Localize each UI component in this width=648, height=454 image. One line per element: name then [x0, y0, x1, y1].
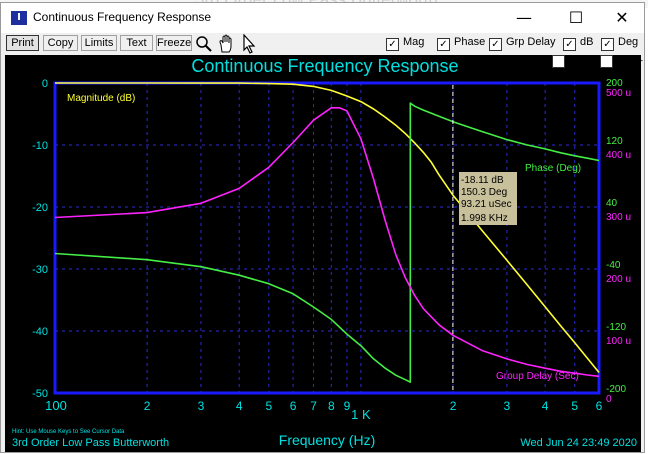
magnitude-curve — [55, 82, 600, 374]
db-tick-label: -20 — [32, 202, 48, 214]
polar-label: Polar — [617, 57, 643, 69]
x-tick-label: 8 — [328, 399, 335, 413]
x-tick-label: 100 — [45, 398, 67, 413]
delay-tick-label: 400 u — [606, 150, 631, 161]
db-tick-label: -40 — [32, 326, 48, 338]
cursor-phase-value: 150.3 Deg — [461, 187, 507, 198]
phase-series-label: Phase (Deg) — [525, 163, 581, 174]
phase-tick-label: 40 — [606, 198, 618, 209]
minimize-button[interactable]: — — [501, 3, 547, 33]
polar-toggle[interactable]: Polar — [600, 55, 643, 69]
pointer-arrow-icon[interactable] — [240, 34, 258, 54]
text-button[interactable]: Text — [120, 35, 153, 51]
plot-grid — [55, 83, 599, 393]
x-tick-label: 7 — [310, 399, 317, 413]
db-checkbox[interactable]: ✓ — [563, 38, 576, 51]
db-tick-label: -10 — [32, 140, 48, 152]
delay-tick-label: 200 u — [606, 274, 631, 285]
magnitude-series-label: Magnitude (dB) — [67, 93, 135, 104]
mag-check-icon: ✓ — [388, 39, 397, 50]
plot-area[interactable]: Continuous Frequency Response 100 2 3 4 5 6 7 8… — [5, 55, 641, 453]
circuit-name: 3rd Order Low Pass Butterworth — [12, 437, 169, 449]
maximize-button[interactable]: ☐ — [553, 3, 599, 33]
x-tick-label: 6 — [290, 399, 297, 413]
copy-button[interactable]: Copy — [43, 35, 78, 51]
cursor-freq-value: 1.998 KHz — [461, 213, 508, 224]
db-tick-label: 0 — [42, 78, 48, 90]
x-tick-label: 4 — [236, 399, 243, 413]
delay-tick-label: 300 u — [606, 212, 631, 223]
deg-check-icon: ✓ — [603, 39, 612, 50]
delay-tick-label: 500 u — [606, 88, 631, 99]
title-bar[interactable]: I Continuous Frequency Response — ☐ ✕ — [1, 3, 644, 33]
x-tick-label: 2 — [450, 399, 457, 413]
mag-toggle[interactable]: ✓ Mag — [386, 36, 424, 51]
smith-checkbox[interactable] — [552, 55, 565, 68]
x-tick-label: 3 — [504, 399, 511, 413]
phase-tick-label: -40 — [606, 260, 621, 271]
deg-label: Deg — [618, 36, 639, 48]
delay-tick-label: 0 — [606, 394, 612, 405]
close-button[interactable]: ✕ — [599, 3, 644, 33]
window-title: Continuous Frequency Response — [33, 10, 212, 24]
smith-label: Smith — [569, 57, 598, 69]
x-tick-label: 9 — [344, 399, 351, 413]
plot-frame — [53, 81, 601, 395]
phase-check-icon: ✓ — [439, 39, 448, 50]
deg-checkbox[interactable]: ✓ — [601, 38, 614, 51]
smith-toggle[interactable]: Smith — [552, 55, 597, 69]
grp-delay-toggle[interactable]: ✓ Grp Delay — [489, 36, 556, 51]
phase-checkbox[interactable]: ✓ — [437, 38, 450, 51]
x-tick-label: 1 K — [351, 407, 371, 422]
group-delay-curve — [54, 106, 600, 378]
grp-delay-checkbox[interactable]: ✓ — [489, 38, 502, 51]
x-tick-label: 2 — [144, 399, 151, 413]
grp-delay-check-icon: ✓ — [491, 39, 500, 50]
polar-checkbox[interactable] — [600, 55, 613, 68]
frequency-response-window: I Continuous Frequency Response — ☐ ✕ Pr… — [0, 2, 645, 453]
phase-tick-label: 120 — [606, 136, 623, 147]
phase-tick-label: -120 — [606, 322, 626, 333]
db-tick-label: -30 — [32, 264, 48, 276]
cursor-delay-value: 93.21 uSec — [461, 199, 512, 210]
print-button[interactable]: Print — [6, 35, 39, 51]
x-tick-label: 5 — [265, 399, 272, 413]
phase-label: Phase — [454, 36, 486, 48]
plot-title: Continuous Frequency Response — [191, 56, 458, 76]
toolbar: Print Copy Limits Text Freeze ✓ Mag ✓ Phas… — [1, 33, 644, 55]
x-tick-label: 6 — [596, 399, 603, 413]
app-icon: I — [11, 11, 27, 25]
x-tick-label: 3 — [198, 399, 205, 413]
group-delay-series-label: Group Delay (Sec) — [496, 371, 579, 382]
freeze-button[interactable]: Freeze — [156, 35, 192, 51]
x-tick-label: 4 — [542, 399, 549, 413]
x-tick-label: 5 — [571, 399, 578, 413]
timestamp: Wed Jun 24 23:49 2020 — [520, 437, 637, 449]
phase-toggle[interactable]: ✓ Phase — [437, 36, 485, 51]
zoom-icon[interactable] — [195, 34, 213, 54]
deg-toggle[interactable]: ✓ Deg — [601, 36, 638, 51]
db-toggle[interactable]: ✓ dB — [563, 36, 593, 51]
x-axis-label: Frequency (Hz) — [279, 432, 375, 448]
limits-button[interactable]: Limits — [81, 35, 117, 51]
hint-text: Hint: Use Mouse Keys to See Cursor Data — [12, 429, 125, 435]
cursor-db-value: -18.11 dB — [461, 175, 504, 186]
pan-hand-icon[interactable] — [217, 34, 237, 54]
plot-curves — [54, 82, 600, 383]
db-label: dB — [580, 36, 594, 48]
mag-label: Mag — [403, 36, 425, 48]
db-check-icon: ✓ — [565, 39, 574, 50]
grp-delay-label: Grp Delay — [506, 36, 556, 48]
mag-checkbox[interactable]: ✓ — [386, 38, 399, 51]
delay-tick-label: 100 u — [606, 336, 631, 347]
db-tick-label: -50 — [32, 388, 48, 400]
